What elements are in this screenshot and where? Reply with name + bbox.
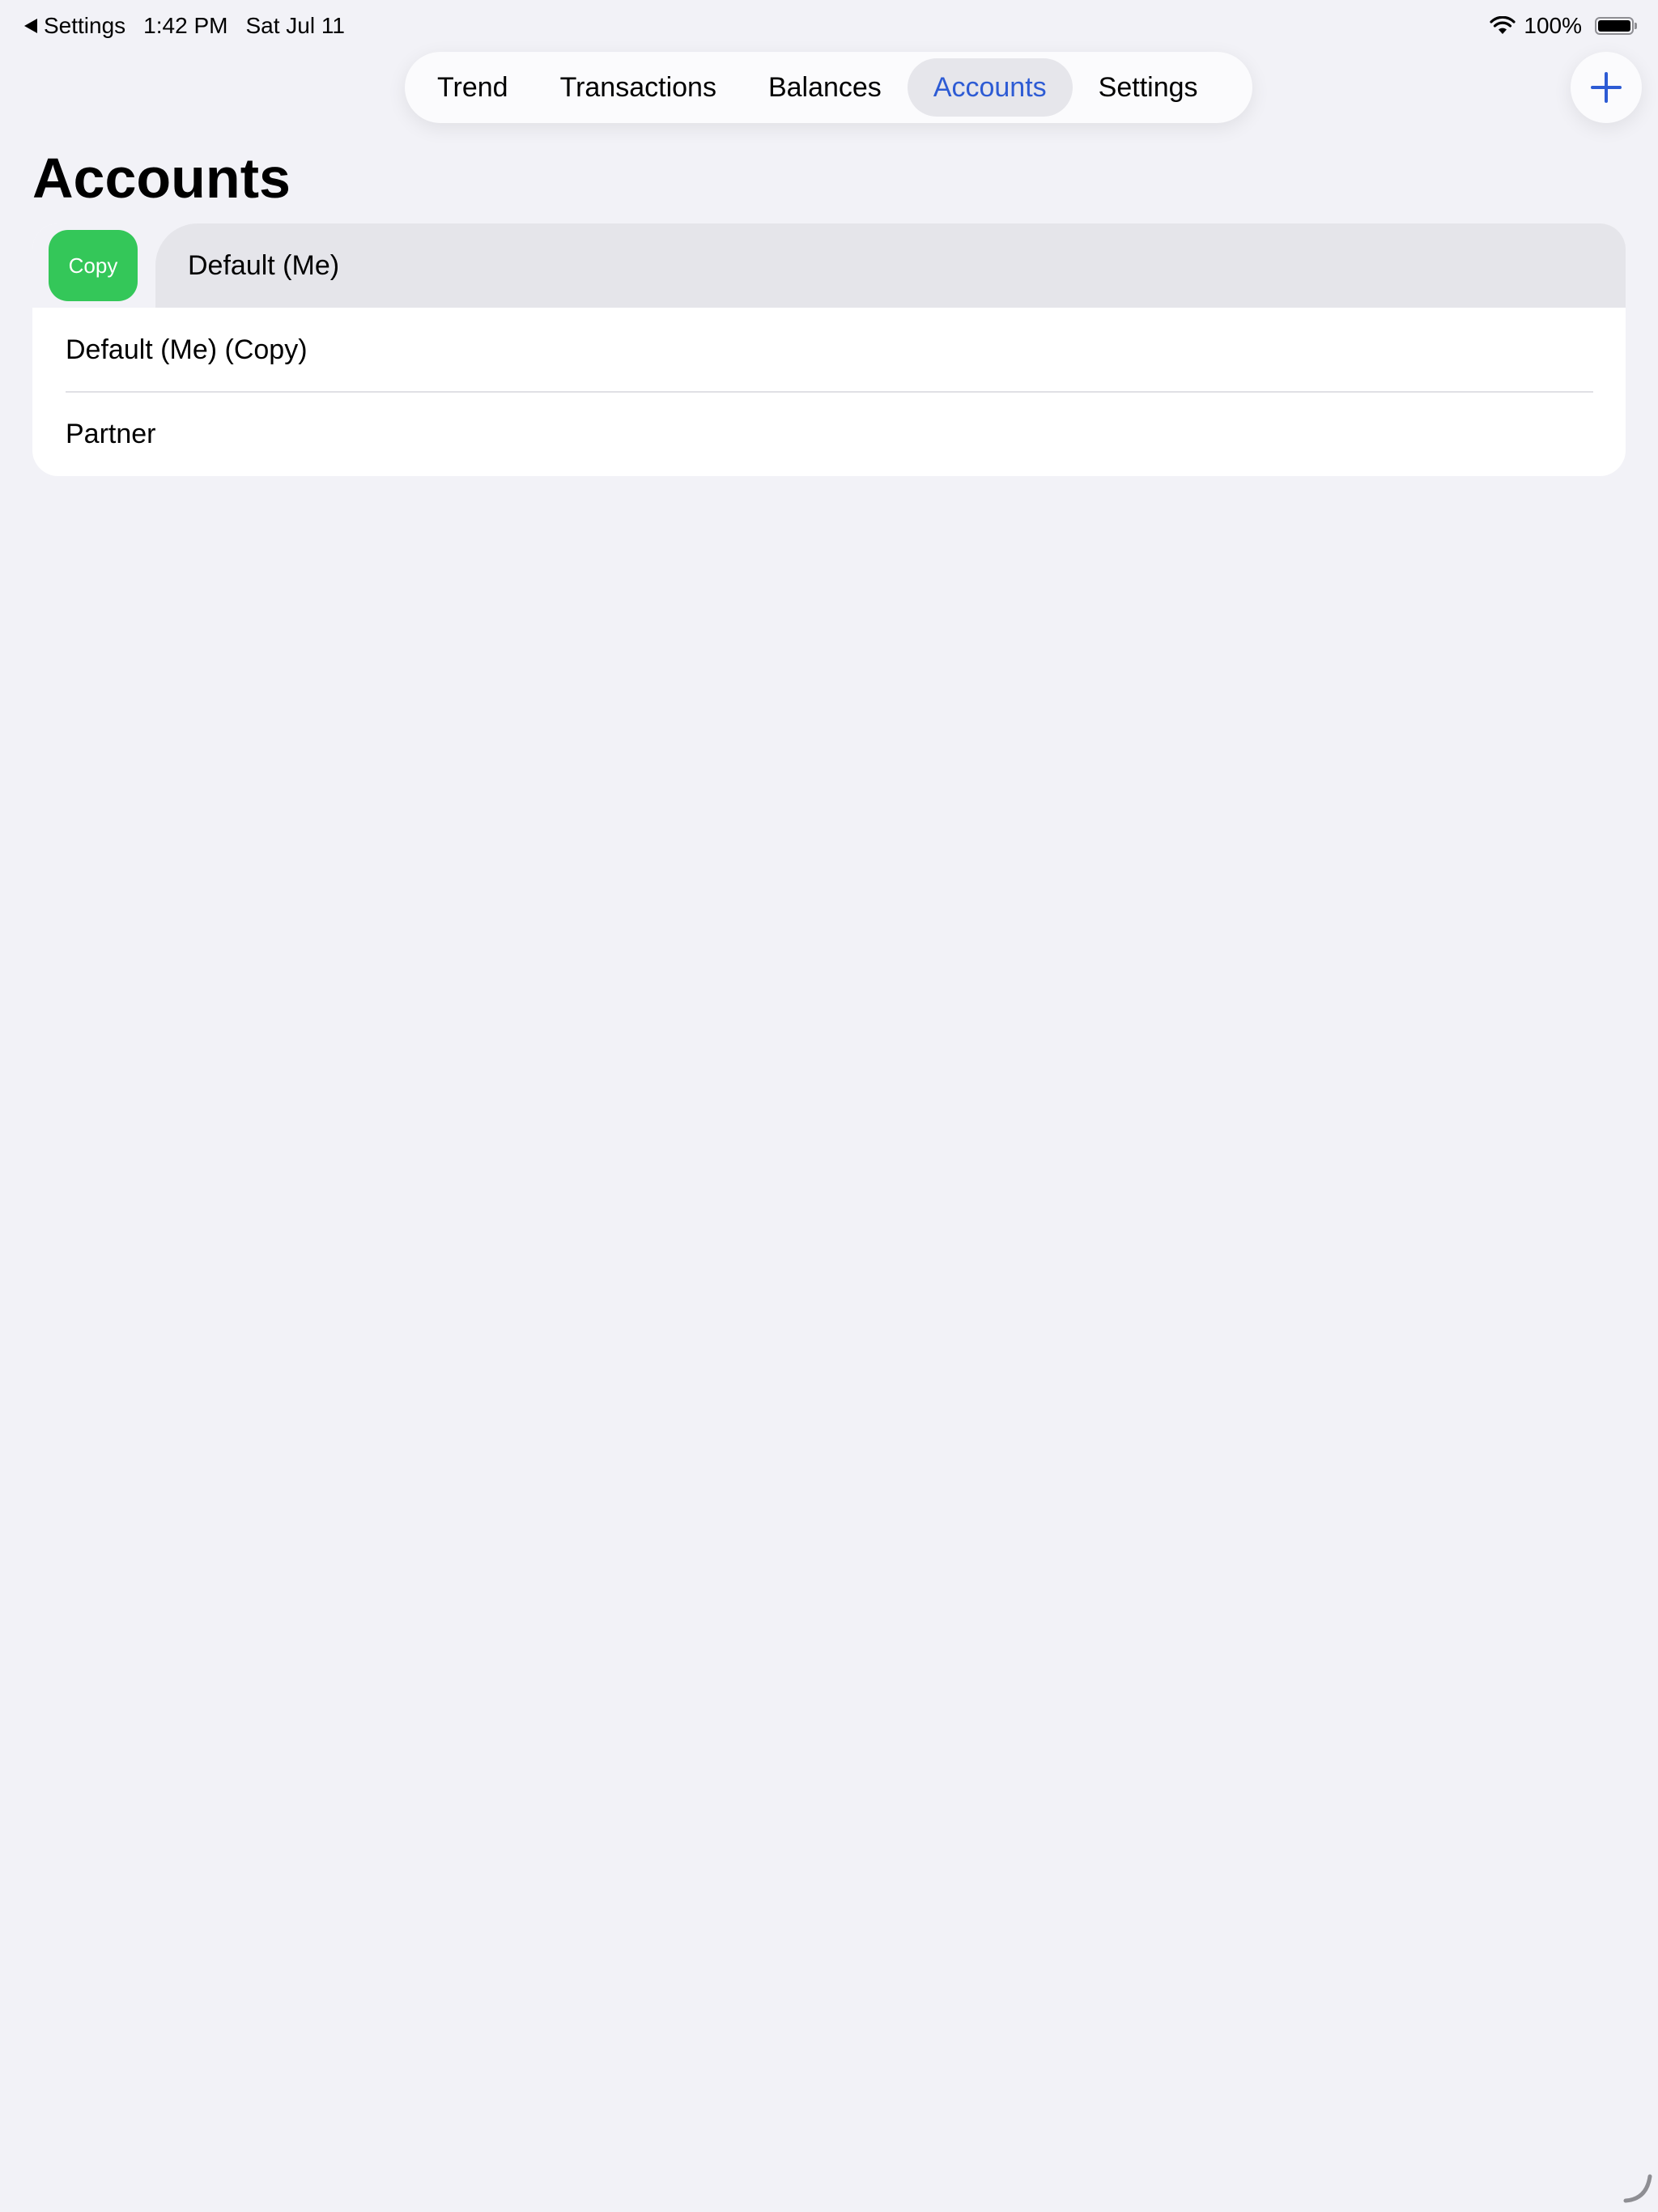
screen: Settings 1:42 PM Sat Jul 11 100% Trend T… [0, 0, 1658, 2212]
accounts-list: Copy Default (Me) Default (Me) (Copy) Pa… [32, 223, 1626, 476]
back-arrow-icon [24, 19, 37, 33]
tab-transactions[interactable]: Transactions [534, 58, 742, 117]
wifi-icon [1490, 16, 1516, 34]
swiped-row-container: Copy Default (Me) [32, 223, 1626, 308]
tab-settings[interactable]: Settings [1073, 58, 1224, 117]
account-name: Partner [66, 418, 156, 449]
copy-swipe-action-button[interactable]: Copy [49, 230, 138, 301]
tab-balances[interactable]: Balances [742, 58, 908, 117]
page-title: Accounts [32, 147, 291, 210]
status-bar-left: Settings 1:42 PM Sat Jul 11 [24, 11, 345, 40]
tab-accounts[interactable]: Accounts [907, 58, 1073, 117]
tab-trend[interactable]: Trend [411, 58, 534, 117]
window-corner-indicator-icon [1623, 2174, 1652, 2203]
account-row-partner[interactable]: Partner [32, 392, 1626, 476]
back-to-settings-link[interactable]: Settings [24, 11, 125, 40]
back-link-label: Settings [44, 13, 126, 38]
account-row-default-me-copy[interactable]: Default (Me) (Copy) [32, 308, 1626, 392]
battery-icon [1595, 17, 1637, 35]
battery-percentage: 100% [1524, 13, 1582, 38]
status-date: Sat Jul 11 [245, 13, 345, 38]
battery-level-fill [1598, 20, 1630, 32]
add-account-button[interactable] [1571, 52, 1642, 123]
status-time: 1:42 PM [143, 13, 228, 38]
status-bar-right: 100% [1490, 11, 1637, 40]
account-name: Default (Me) (Copy) [66, 334, 308, 365]
tab-bar: Trend Transactions Balances Accounts Set… [405, 52, 1252, 123]
plus-icon [1591, 72, 1622, 103]
account-row-default-me[interactable]: Default (Me) [155, 223, 1626, 308]
account-name: Default (Me) [188, 249, 340, 281]
